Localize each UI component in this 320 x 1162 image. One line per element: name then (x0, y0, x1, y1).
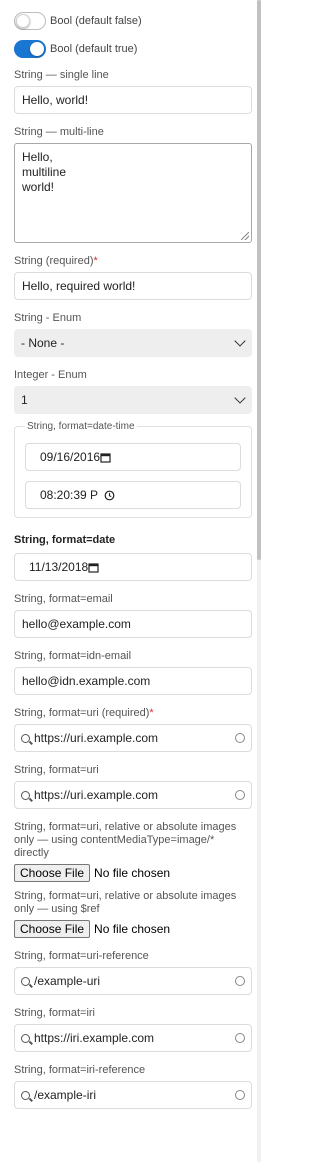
iri-reference-input[interactable]: /example-iri (14, 1081, 252, 1109)
string-single-input[interactable]: Hello, world! (14, 86, 252, 114)
chevron-down-icon (234, 335, 246, 347)
datetime-fieldset: String, format=date-time 09/16/2016 08:2… (14, 421, 252, 518)
iri-value: https://iri.example.com (34, 1031, 155, 1045)
datetime-legend: String, format=date-time (25, 421, 137, 432)
bool-default-false-row: Bool (default false) (14, 10, 252, 32)
uri-required-label: String, format=uri (required)* (14, 707, 252, 720)
circle-icon (235, 1090, 245, 1100)
textarea-line: multiline (22, 165, 67, 179)
textarea-line: Hello, (22, 150, 53, 164)
file-ref-label: String, format=uri, relative or absolute… (14, 890, 237, 915)
string-required-input[interactable]: Hello, required world! (14, 272, 252, 300)
uri-required-label-text: String, format=uri (required) (14, 707, 150, 719)
circle-icon (235, 733, 245, 743)
uri-reference-label: String, format=uri-reference (14, 950, 149, 962)
uri-label: String, format=uri (14, 764, 99, 776)
string-multi-textarea[interactable]: Hello, multiline world! (14, 143, 252, 243)
date-field-input[interactable]: 11/13/2018 (14, 553, 252, 581)
iri-label: String, format=iri (14, 1007, 95, 1019)
string-multi-label: String — multi-line (14, 126, 104, 138)
required-mark: * (149, 707, 154, 719)
choose-file-button[interactable]: Choose File (14, 864, 91, 882)
iri-reference-value: /example-iri (34, 1088, 97, 1102)
chevron-down-icon (234, 392, 246, 404)
idn-email-input[interactable]: hello@idn.example.com (14, 667, 252, 695)
iri-reference-label: String, format=iri-reference (14, 1064, 146, 1076)
file-media-input: Choose File No file chosen (14, 864, 252, 882)
textarea-line: world! (22, 180, 55, 194)
datetime-date-input[interactable]: 09/16/2016 (25, 443, 241, 471)
choose-file-button[interactable]: Choose File (14, 920, 91, 938)
toggle-knob (30, 42, 44, 56)
string-single-label: String — single line (14, 69, 109, 81)
scrollbar[interactable] (257, 0, 261, 1162)
search-icon (21, 733, 30, 743)
circle-icon (235, 790, 245, 800)
search-icon (21, 1033, 30, 1043)
uri-required-input[interactable]: https://uri.example.com (14, 724, 252, 752)
string-enum-label: String - Enum (14, 312, 82, 324)
string-enum-select[interactable]: - None - (14, 329, 252, 357)
uri-reference-input[interactable]: /example-uri (14, 967, 252, 995)
bool-default-false-label: Bool (default false) (50, 15, 142, 27)
search-icon (21, 790, 30, 800)
toggle-knob (16, 14, 30, 28)
datetime-date-value: 09/16/2016 (40, 450, 101, 464)
email-label: String, format=email (14, 593, 113, 605)
uri-reference-value: /example-uri (34, 974, 101, 988)
form: Bool (default false) Bool (default true)… (14, 0, 252, 1109)
uri-value: https://uri.example.com (34, 788, 159, 802)
file-media-label: String, format=uri, relative or absolute… (14, 821, 237, 859)
file-status: No file chosen (94, 922, 171, 936)
search-icon (21, 1090, 30, 1100)
string-enum-value: - None - (21, 336, 65, 350)
file-status: No file chosen (94, 866, 171, 880)
uri-required-value: https://uri.example.com (34, 731, 159, 745)
string-required-label-text: String (required) (14, 255, 94, 267)
datetime-time-value: 08:20:39 P (40, 488, 99, 502)
bool-default-true-label: Bool (default true) (50, 43, 138, 55)
scrollbar-thumb[interactable] (257, 0, 261, 560)
integer-enum-select[interactable]: 1 (14, 386, 252, 414)
date-field-value: 11/13/2018 (29, 560, 89, 574)
date-field-label: String, format=date (14, 534, 116, 546)
datetime-time-input[interactable]: 08:20:39 P (25, 481, 241, 509)
calendar-icon[interactable] (88, 562, 99, 573)
circle-icon (235, 976, 245, 986)
integer-enum-label: Integer - Enum (14, 369, 87, 381)
file-ref-input: Choose File No file chosen (14, 920, 252, 938)
bool-default-true-row: Bool (default true) (14, 38, 252, 60)
calendar-icon[interactable] (100, 452, 111, 463)
circle-icon (235, 1033, 245, 1043)
email-input[interactable]: hello@example.com (14, 610, 252, 638)
search-icon (21, 976, 30, 986)
clock-icon[interactable] (104, 490, 115, 501)
bool-default-false-toggle[interactable] (14, 12, 46, 30)
iri-input[interactable]: https://iri.example.com (14, 1024, 252, 1052)
uri-input[interactable]: https://uri.example.com (14, 781, 252, 809)
required-mark: * (93, 255, 98, 267)
resize-handle-icon[interactable] (241, 232, 249, 240)
idn-email-label: String, format=idn-email (14, 650, 132, 662)
integer-enum-value: 1 (21, 393, 28, 407)
bool-default-true-toggle[interactable] (14, 40, 46, 58)
string-required-label: String (required)* (14, 255, 252, 268)
